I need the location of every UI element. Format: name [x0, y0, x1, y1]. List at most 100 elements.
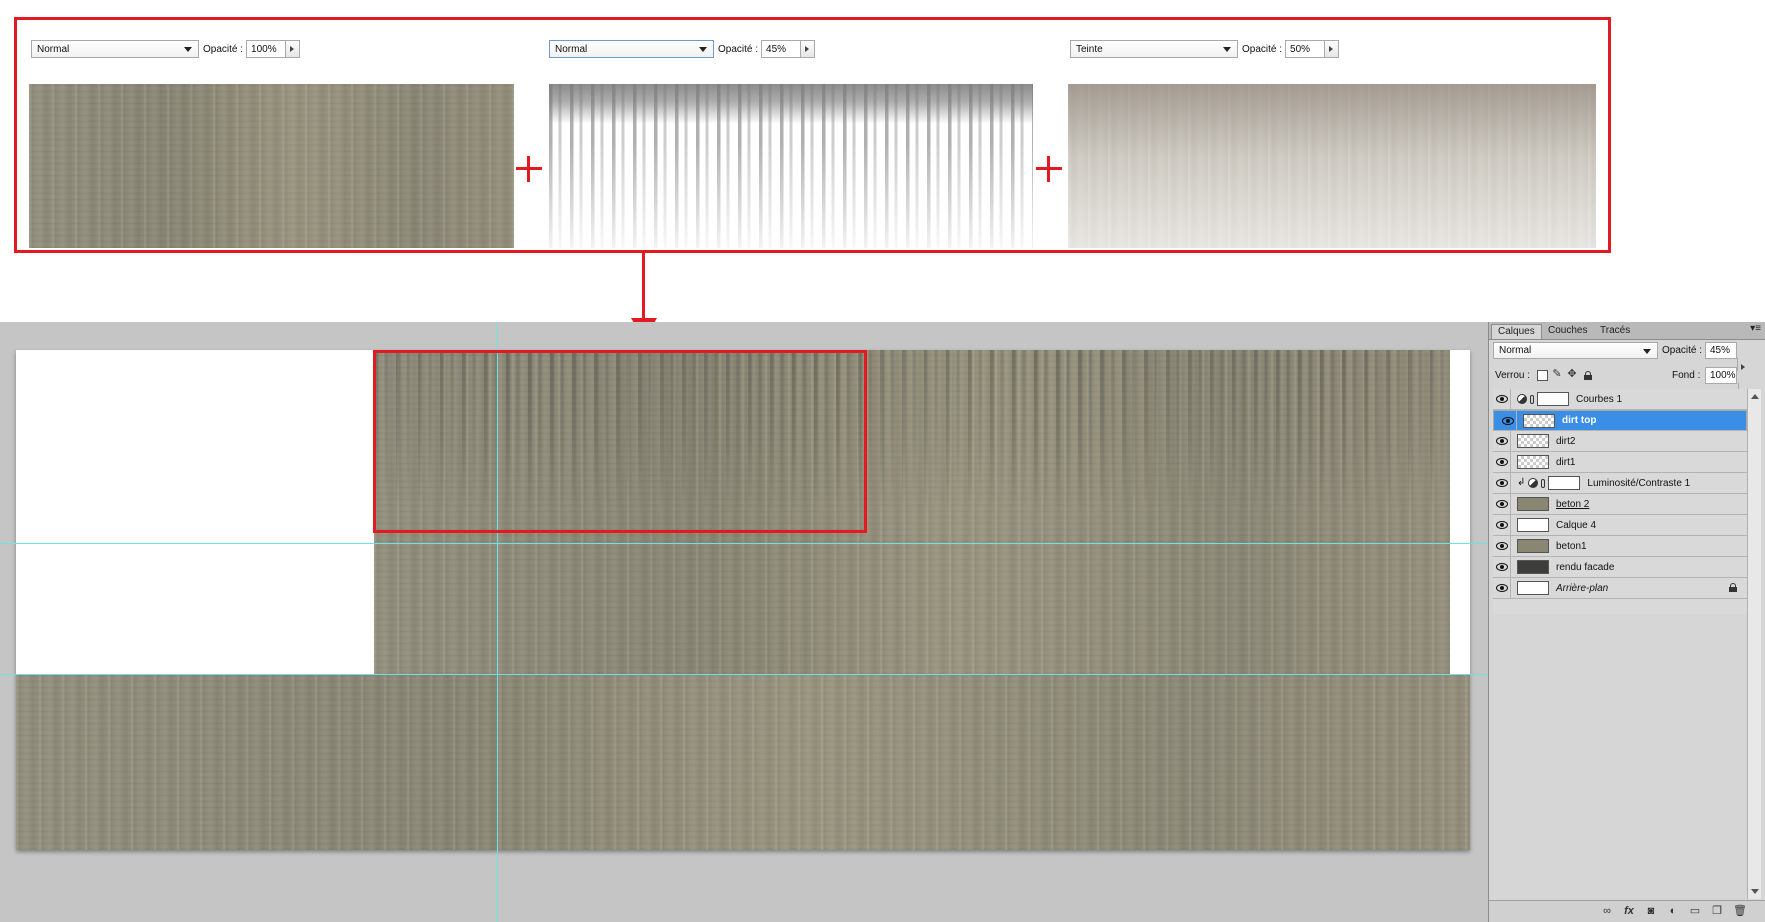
layer-thumbnail [1517, 455, 1549, 469]
brightness-contrast-icon [1528, 478, 1539, 488]
opacity-stepper-2[interactable] [801, 40, 816, 58]
eye-icon [1495, 584, 1508, 592]
layer-name: dirt1 [1556, 456, 1576, 468]
visibility-toggle[interactable] [1493, 431, 1511, 451]
layer-row-beton-2[interactable]: beton 2 [1493, 494, 1747, 515]
layer-opacity-stepper[interactable] [1737, 358, 1738, 371]
lock-position-icon[interactable]: ✥ [1566, 369, 1578, 380]
lock-pixels-icon[interactable]: ✎ [1551, 369, 1563, 380]
link-chain-icon [1541, 478, 1546, 488]
blend-mode-select-1[interactable]: Normal [31, 40, 199, 58]
eye-icon [1501, 416, 1514, 425]
layers-list: Courbes 1 dirt top dirt2 dirt1 ↲ Luminos [1493, 389, 1747, 614]
lock-label: Verrou : [1495, 370, 1531, 381]
lock-all-icon[interactable] [1584, 371, 1592, 380]
highlight-rectangle [373, 350, 867, 533]
opacity-label-2: Opacité : [718, 43, 759, 55]
horizontal-guide[interactable] [0, 543, 1488, 544]
lock-transparency-icon[interactable] [1537, 370, 1548, 381]
fill-field[interactable]: 100% [1705, 367, 1737, 384]
layer-mask-thumbnail[interactable] [1537, 392, 1569, 406]
visibility-toggle[interactable] [1493, 389, 1511, 409]
tab-couches[interactable]: Couches [1542, 324, 1593, 339]
blend-mode-select-2[interactable]: Normal [549, 40, 714, 58]
layer-row-arriere-plan[interactable]: Arrière-plan [1493, 578, 1747, 599]
layer-name: Luminosité/Contraste 1 [1587, 477, 1691, 489]
chevron-down-icon [1643, 349, 1651, 354]
visibility-toggle[interactable] [1493, 578, 1511, 598]
layer-thumbnail [1523, 413, 1555, 428]
layer-thumbnail [1517, 539, 1549, 553]
fx-icon[interactable]: fx [1623, 906, 1635, 917]
scroll-down-icon[interactable] [1751, 889, 1759, 894]
opacity-label-1: Opacité : [203, 43, 244, 55]
trash-icon[interactable]: 🗑 [1733, 906, 1747, 917]
new-layer-icon[interactable]: ❐ [1711, 906, 1723, 917]
layer-row-rendu-facade[interactable]: rendu facade [1493, 557, 1747, 578]
eye-icon [1495, 395, 1508, 403]
tab-traces[interactable]: Tracés [1594, 324, 1636, 339]
visibility-toggle[interactable] [1493, 494, 1511, 514]
chevron-down-icon [184, 47, 192, 52]
fill-label: Fond : [1672, 370, 1701, 381]
layer-name: dirt2 [1556, 435, 1576, 447]
layers-scrollbar[interactable] [1747, 389, 1761, 899]
layer-row-beton1[interactable]: beton1 [1493, 536, 1747, 557]
visibility-toggle[interactable] [1499, 410, 1517, 431]
chevron-down-icon [699, 47, 707, 52]
visibility-toggle[interactable] [1493, 473, 1511, 493]
lock-icon [1729, 583, 1737, 592]
scroll-up-icon[interactable] [1751, 394, 1759, 399]
plus-icon [1036, 156, 1062, 182]
layer-row-dirt-top[interactable]: dirt top [1493, 410, 1747, 431]
layer-name: Calque 4 [1556, 519, 1597, 531]
panel-menu-icon[interactable]: ▾≡ [1750, 323, 1761, 334]
layer-name: Arrière-plan [1556, 582, 1609, 594]
mask-icon[interactable]: ◙ [1645, 906, 1657, 917]
layer-name: rendu facade [1556, 561, 1615, 573]
visibility-toggle[interactable] [1493, 452, 1511, 472]
tab-calques[interactable]: Calques [1491, 324, 1542, 339]
chevron-down-icon [1223, 47, 1231, 52]
adjustment-icon[interactable]: ◐ [1667, 906, 1679, 917]
opacity-field-2[interactable]: 45% [761, 40, 802, 58]
layer-row-luminosite-contraste-1[interactable]: ↲ Luminosité/Contraste 1 [1493, 473, 1747, 494]
eye-icon [1495, 500, 1508, 508]
layer-row-courbes-1[interactable]: Courbes 1 [1493, 389, 1747, 410]
eye-icon [1495, 458, 1508, 466]
visibility-toggle[interactable] [1493, 557, 1511, 577]
opacity-stepper-3[interactable] [1325, 40, 1340, 58]
dirt-drips-preview [549, 84, 1033, 248]
horizontal-guide[interactable] [0, 674, 1488, 675]
visibility-toggle[interactable] [1493, 536, 1511, 556]
eye-icon [1495, 479, 1508, 487]
link-icon[interactable]: ∞ [1601, 906, 1613, 917]
plus-icon [516, 156, 542, 182]
layer-blend-mode-value: Normal [1499, 345, 1532, 356]
layer-thumbnail [1517, 518, 1549, 532]
layer-thumbnail [1517, 560, 1549, 574]
group-icon[interactable]: ▭ [1689, 906, 1701, 917]
combo-panel-1-controls: Normal Opacité : 100% [31, 39, 301, 59]
layer-thumbnail [1517, 581, 1549, 595]
opacity-field-3[interactable]: 50% [1285, 40, 1326, 58]
layer-name: Courbes 1 [1576, 393, 1623, 405]
layer-blend-mode-select[interactable]: Normal [1493, 342, 1658, 359]
opacity-stepper-1[interactable] [286, 40, 301, 58]
dirt-fade-overlay [549, 84, 1033, 248]
eye-icon [1495, 437, 1508, 445]
layers-bottom-toolbar: ∞ fx ◙ ◐ ▭ ❐ 🗑 [1489, 900, 1765, 922]
blend-mode-select-3[interactable]: Teinte [1070, 40, 1238, 58]
visibility-toggle[interactable] [1493, 515, 1511, 535]
eye-icon [1495, 563, 1508, 571]
layer-row-calque-4[interactable]: Calque 4 [1493, 515, 1747, 536]
curves-adjustment-icon [1517, 394, 1527, 404]
layer-row-dirt1[interactable]: dirt1 [1493, 452, 1747, 473]
opacity-field-1[interactable]: 100% [246, 40, 287, 58]
combo-panel-3-controls: Teinte Opacité : 50% [1070, 39, 1340, 59]
combo-panel-2-controls: Normal Opacité : 45% [549, 39, 816, 59]
layer-mask-thumbnail[interactable] [1548, 476, 1581, 490]
eye-icon [1495, 542, 1508, 550]
layer-row-dirt2[interactable]: dirt2 [1493, 431, 1747, 452]
layer-opacity-field[interactable]: 45% [1705, 342, 1737, 359]
